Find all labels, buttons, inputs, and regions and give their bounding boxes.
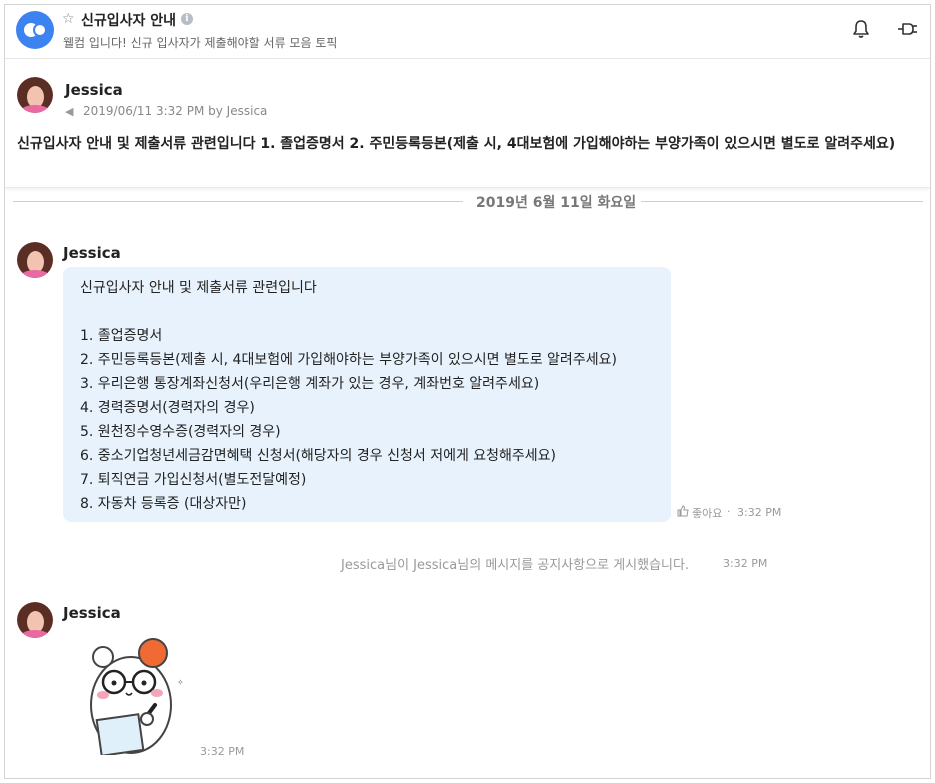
topic-header: ☆ 신규입사자 안내 i 웰컴 입니다! 신규 입사자가 제출해야할 서류 모음… <box>5 5 930 59</box>
message-author[interactable]: Jessica <box>63 604 121 622</box>
message-time: 3:32 PM <box>737 506 782 519</box>
list-item: 7. 퇴직연금 가입신청서(별도전달예정) <box>80 472 307 488</box>
announcement-author[interactable]: Jessica <box>65 81 123 99</box>
like-icon[interactable] <box>677 505 689 517</box>
like-button[interactable]: 좋아요 <box>692 505 722 521</box>
announcement-panel[interactable]: Jessica ◀ 2019/06/11 3:32 PM by Jessica … <box>5 60 930 188</box>
list-item: 3. 우리은행 통장계좌신청서(우리은행 계좌가 있는 경우, 계좌번호 알려주… <box>80 376 540 392</box>
system-message-time: 3:32 PM <box>723 557 768 570</box>
system-user-name[interactable]: Jessica <box>341 558 385 573</box>
list-item: 1. 졸업증명서 <box>80 328 163 344</box>
date-divider-label: 2019년 6월 11일 화요일 <box>476 195 637 211</box>
info-icon[interactable]: i <box>181 13 193 25</box>
star-icon[interactable]: ☆ <box>62 11 75 27</box>
list-item: 5. 원천징수영수증(경력자의 경우) <box>80 424 281 440</box>
announcement-meta: 2019/06/11 3:32 PM by Jessica <box>83 104 268 118</box>
list-item: 4. 경력증명서(경력자의 경우) <box>80 400 255 416</box>
hamster-sticker-image[interactable]: ✧ <box>81 635 191 755</box>
topic-logo-icon <box>16 11 54 49</box>
date-divider: 2019년 6월 11일 화요일 <box>13 191 923 211</box>
topic-title: 신규입사자 안내 <box>81 13 177 29</box>
message-bubble[interactable]: 신규입사자 안내 및 제출서류 관련입니다 1. 졸업증명서 2. 주민등록등본… <box>63 267 671 522</box>
message-author[interactable]: Jessica <box>63 244 121 262</box>
list-item: 6. 중소기업청년세금감면혜택 신청서(해당자의 경우 신청서 저에게 요청해주… <box>80 448 557 464</box>
avatar[interactable] <box>17 242 53 278</box>
system-message: Jessica님이 Jessica님의 메시지를 공지사항으로 게시했습니다. <box>341 554 689 573</box>
chat-window: ☆ 신규입사자 안내 i 웰컴 입니다! 신규 입사자가 제출해야할 서류 모음… <box>4 4 931 779</box>
message-time: 3:32 PM <box>200 745 245 758</box>
message-intro: 신규입사자 안내 및 제출서류 관련입니다 <box>80 280 317 296</box>
system-text: 님이 <box>385 558 414 573</box>
avatar[interactable] <box>17 602 53 638</box>
system-user-name[interactable]: Jessica <box>413 558 457 573</box>
announcement-text: 신규입사자 안내 및 제출서류 관련입니다 1. 졸업증명서 2. 주민등록등본… <box>17 136 896 152</box>
megaphone-icon: ◀ <box>65 105 74 118</box>
svg-text:✧: ✧ <box>177 678 184 687</box>
leave-topic-icon[interactable] <box>896 19 918 39</box>
bell-icon[interactable] <box>852 19 870 39</box>
topic-description: 웰컴 입니다! 신규 입사자가 제출해야할 서류 모음 토픽 <box>63 36 338 50</box>
list-item: 2. 주민등록등본(제출 시, 4대보험에 가입해야하는 부양가족이 있으시면 … <box>80 352 617 368</box>
avatar[interactable] <box>17 77 53 113</box>
meta-separator: · <box>727 505 731 518</box>
list-item: 8. 자동차 등록증 (대상자만) <box>80 496 247 512</box>
system-text: 님의 메시지를 공지사항으로 게시했습니다. <box>457 558 690 573</box>
